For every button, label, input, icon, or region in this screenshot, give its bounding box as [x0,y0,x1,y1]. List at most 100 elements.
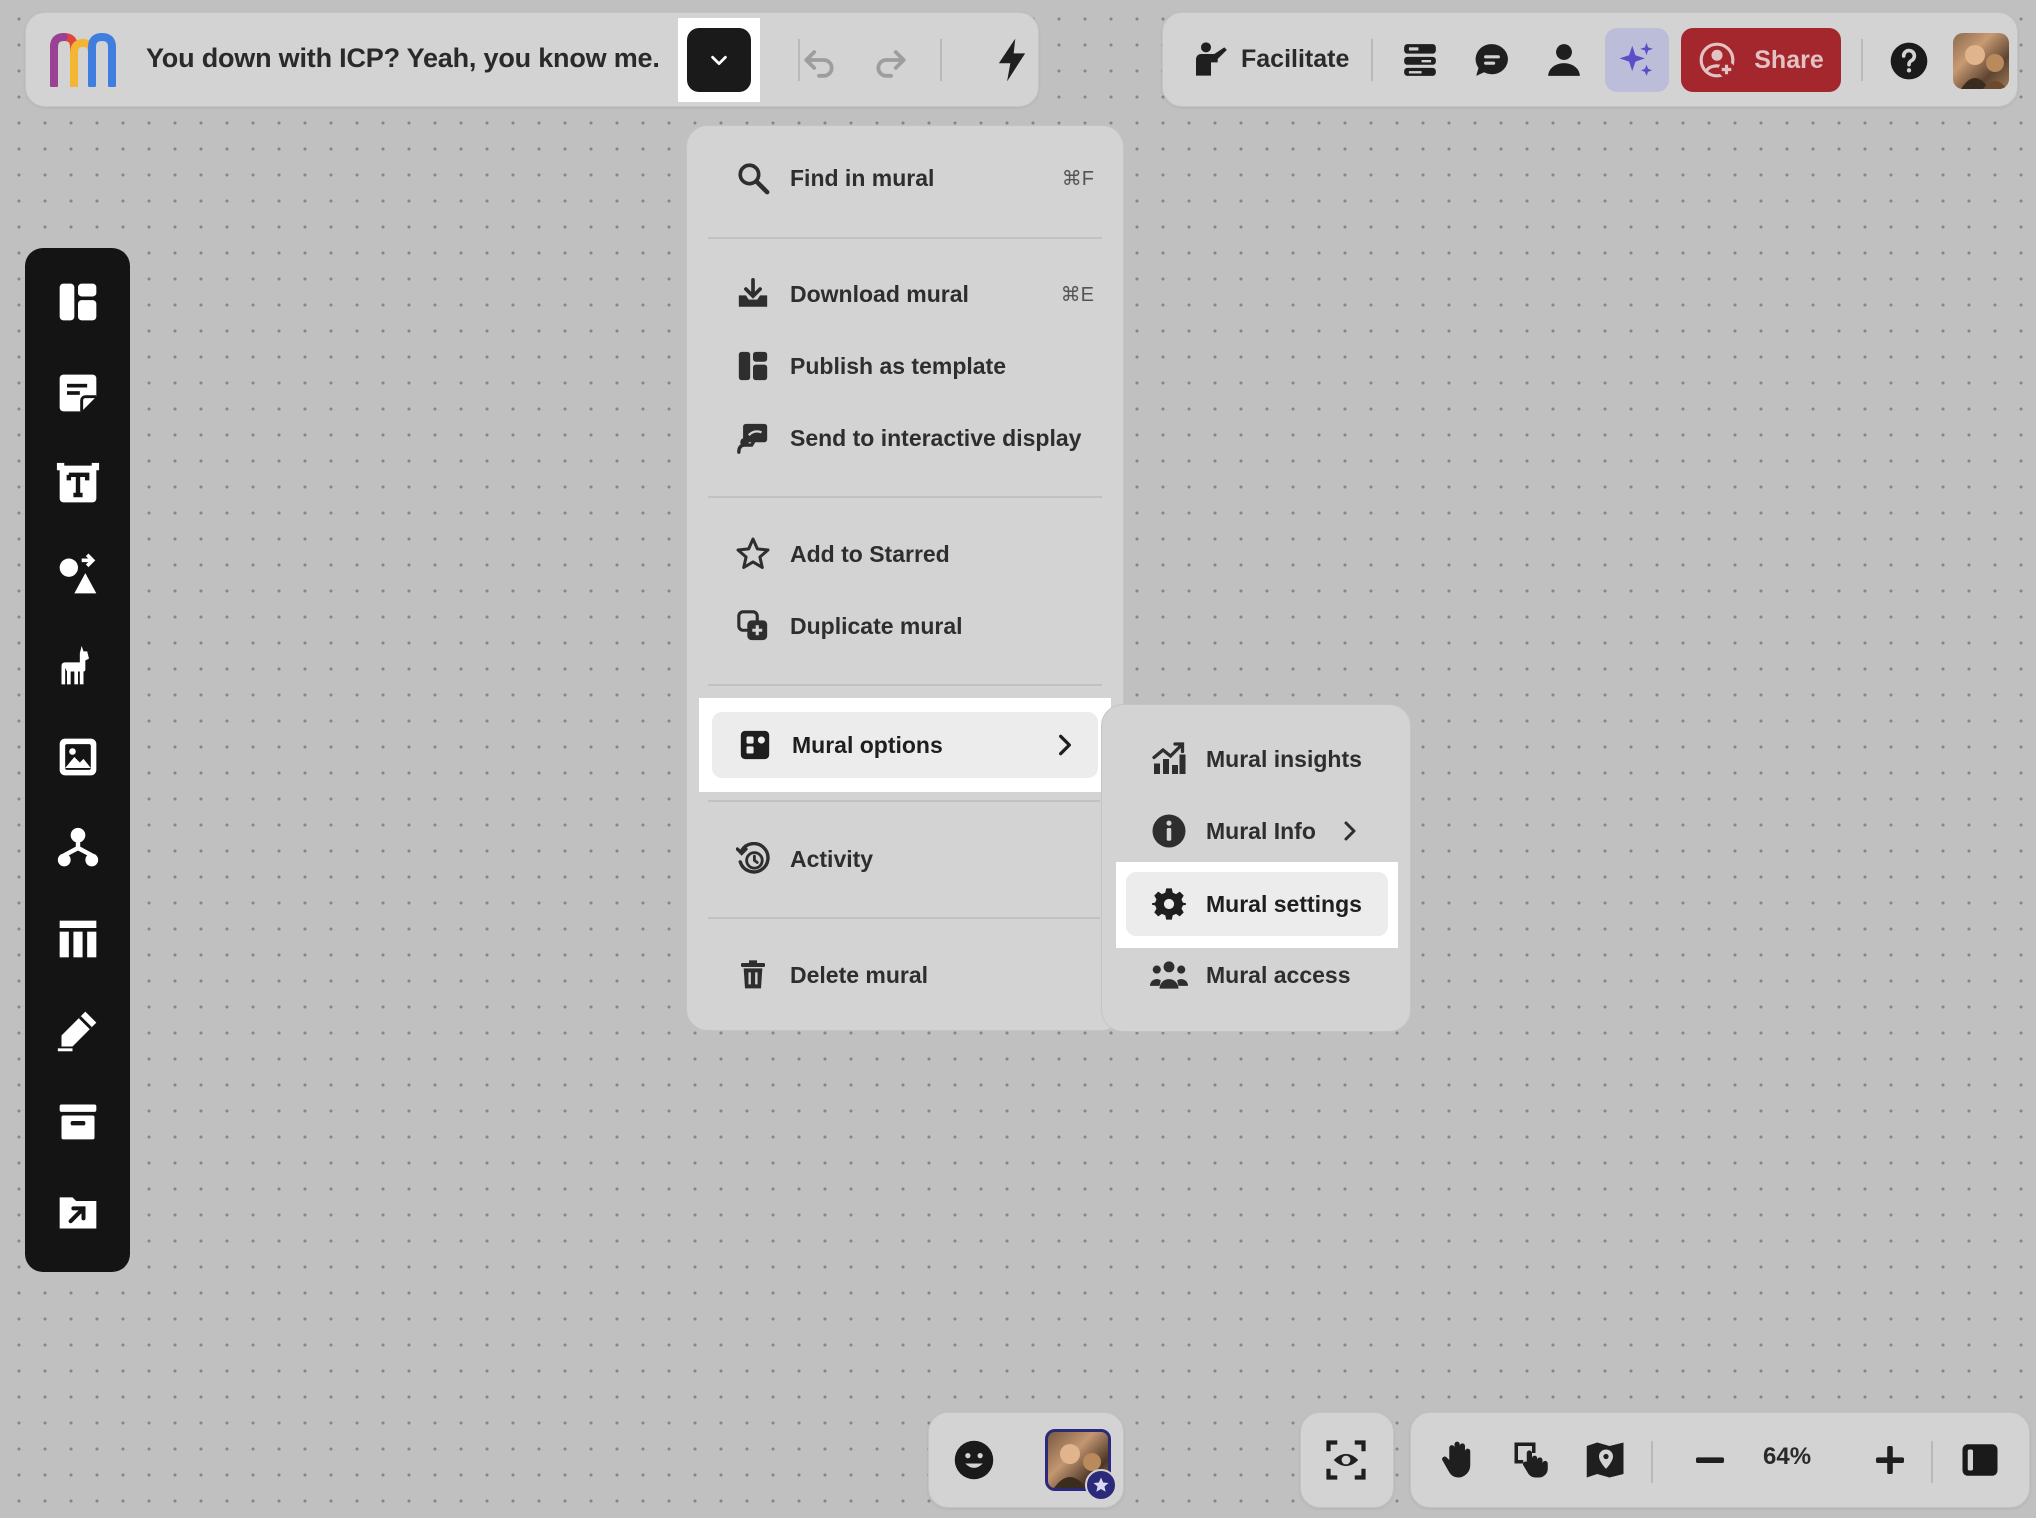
chart-icon [1150,740,1188,778]
shapes-icon[interactable] [46,543,110,606]
menu-item-label: Download mural [790,280,969,307]
menu-item-delete[interactable]: Delete mural [734,950,1094,1000]
template-icon [734,347,772,385]
menu-item-duplicate[interactable]: Duplicate mural [734,601,1094,651]
mural-logo-icon[interactable] [48,32,118,89]
shortcut-label: ⌘E [1060,283,1094,306]
zoom-in-icon[interactable] [1869,1439,1911,1486]
facilitate-icon [1191,39,1231,79]
emoji-icon[interactable] [953,1439,995,1481]
duplicate-icon [734,607,772,645]
menu-item-download[interactable]: Download mural ⌘E [734,269,1094,319]
sticky-note-icon[interactable] [46,361,110,424]
submenu-item-settings[interactable]: Mural settings [1126,872,1388,936]
focus-toolbar [1300,1412,1394,1508]
submenu-item-access[interactable]: Mural access [1150,950,1350,1000]
menu-divider [708,917,1100,919]
navigation-toolbar: 64% [1410,1412,2030,1508]
download-icon [734,275,772,313]
toolbar-divider [1371,39,1373,81]
redo-icon[interactable] [872,41,910,79]
facilitate-label: Facilitate [1241,44,1350,73]
toolbar-divider [1651,1441,1653,1483]
top-right-toolbar: Facilitate Share [1162,12,2018,107]
title-dropdown-button[interactable] [678,18,760,102]
submenu-item-label: Mural Info [1206,817,1316,844]
help-icon[interactable] [1889,41,1929,81]
info-icon [1150,812,1188,850]
toolbar-divider [1861,39,1863,81]
display-icon [734,419,772,457]
person-icon[interactable] [1545,41,1583,79]
sparkle-icon [1618,41,1656,79]
menu-item-add-starred[interactable]: Add to Starred [734,529,1094,579]
archive-icon[interactable] [46,1090,110,1153]
top-left-toolbar: You down with ICP? Yeah, you know me. [25,12,1039,107]
history-icon [734,840,772,878]
menu-item-label: Publish as template [790,352,1007,379]
share-label: Share [1754,45,1824,74]
menu-item-publish-template[interactable]: Publish as template [734,341,1094,391]
map-pin-icon[interactable] [1585,1439,1627,1486]
star-icon [734,535,772,573]
chevron-right-icon [1340,818,1360,844]
submenu-item-label: Mural insights [1206,745,1362,772]
facilitate-button[interactable]: Facilitate [1191,39,1349,79]
user-avatar[interactable] [1953,33,2009,89]
table-icon[interactable] [46,908,110,971]
submenu-item-insights[interactable]: Mural insights [1150,734,1362,784]
chevron-right-icon [1054,732,1076,758]
menu-divider [708,684,1102,686]
menu-item-activity[interactable]: Activity [734,834,1094,884]
zoom-out-icon[interactable] [1689,1439,1731,1486]
image-icon[interactable] [46,725,110,788]
submenu-item-info[interactable]: Mural Info [1150,806,1360,856]
menu-divider [708,496,1102,498]
import-icon[interactable] [46,1181,110,1244]
hand-icon[interactable] [1437,1439,1479,1486]
menu-item-label: Mural options [792,731,943,758]
search-icon [734,159,772,197]
star-icon [1085,1469,1117,1501]
toolbar-divider [940,39,942,81]
panel-toggle-icon[interactable] [1959,1439,2001,1486]
mural-options-icon [736,726,774,764]
shortcut-label: ⌘F [1061,167,1094,190]
menu-item-label: Find in mural [790,164,935,191]
trash-icon [734,956,772,994]
people-icon [1150,956,1188,994]
menu-item-label: Delete mural [790,961,929,988]
llama-icon[interactable] [46,634,110,697]
share-button[interactable]: Share [1681,28,1841,92]
menu-item-label: Activity [790,845,874,872]
menu-item-mural-options[interactable]: Mural options [712,712,1098,778]
menu-item-label: Send to interactive display [790,424,1082,451]
menu-divider [708,800,1100,802]
reactions-toolbar [928,1412,1124,1508]
gear-icon [1150,885,1188,923]
add-user-icon [1698,41,1736,79]
touch-select-icon[interactable] [1511,1439,1553,1486]
menu-divider [708,237,1102,239]
mural-title[interactable]: You down with ICP? Yeah, you know me. [146,43,660,74]
submenu-item-label: Mural settings [1206,890,1362,917]
ai-assist-button[interactable] [1605,28,1669,92]
templates-icon[interactable] [46,270,110,333]
toolbar-divider [1931,1441,1933,1483]
chevron-down-icon [708,49,730,71]
submenu-item-label: Mural access [1206,961,1351,988]
left-toolbar [25,248,130,1272]
zoom-level[interactable]: 64% [1763,1443,1811,1471]
lightning-icon[interactable] [992,37,1032,83]
menu-item-find[interactable]: Find in mural ⌘F [734,153,1094,203]
text-icon[interactable] [46,452,110,515]
outline-icon[interactable] [1401,41,1439,79]
menu-item-send-display[interactable]: Send to interactive display [734,413,1094,463]
undo-icon[interactable] [800,41,838,79]
focus-eye-icon[interactable] [1325,1439,1367,1481]
diagram-icon[interactable] [46,817,110,880]
menu-item-label: Duplicate mural [790,612,963,639]
menu-item-label: Add to Starred [790,540,950,567]
chat-icon[interactable] [1473,41,1511,79]
pencil-icon[interactable] [46,999,110,1062]
